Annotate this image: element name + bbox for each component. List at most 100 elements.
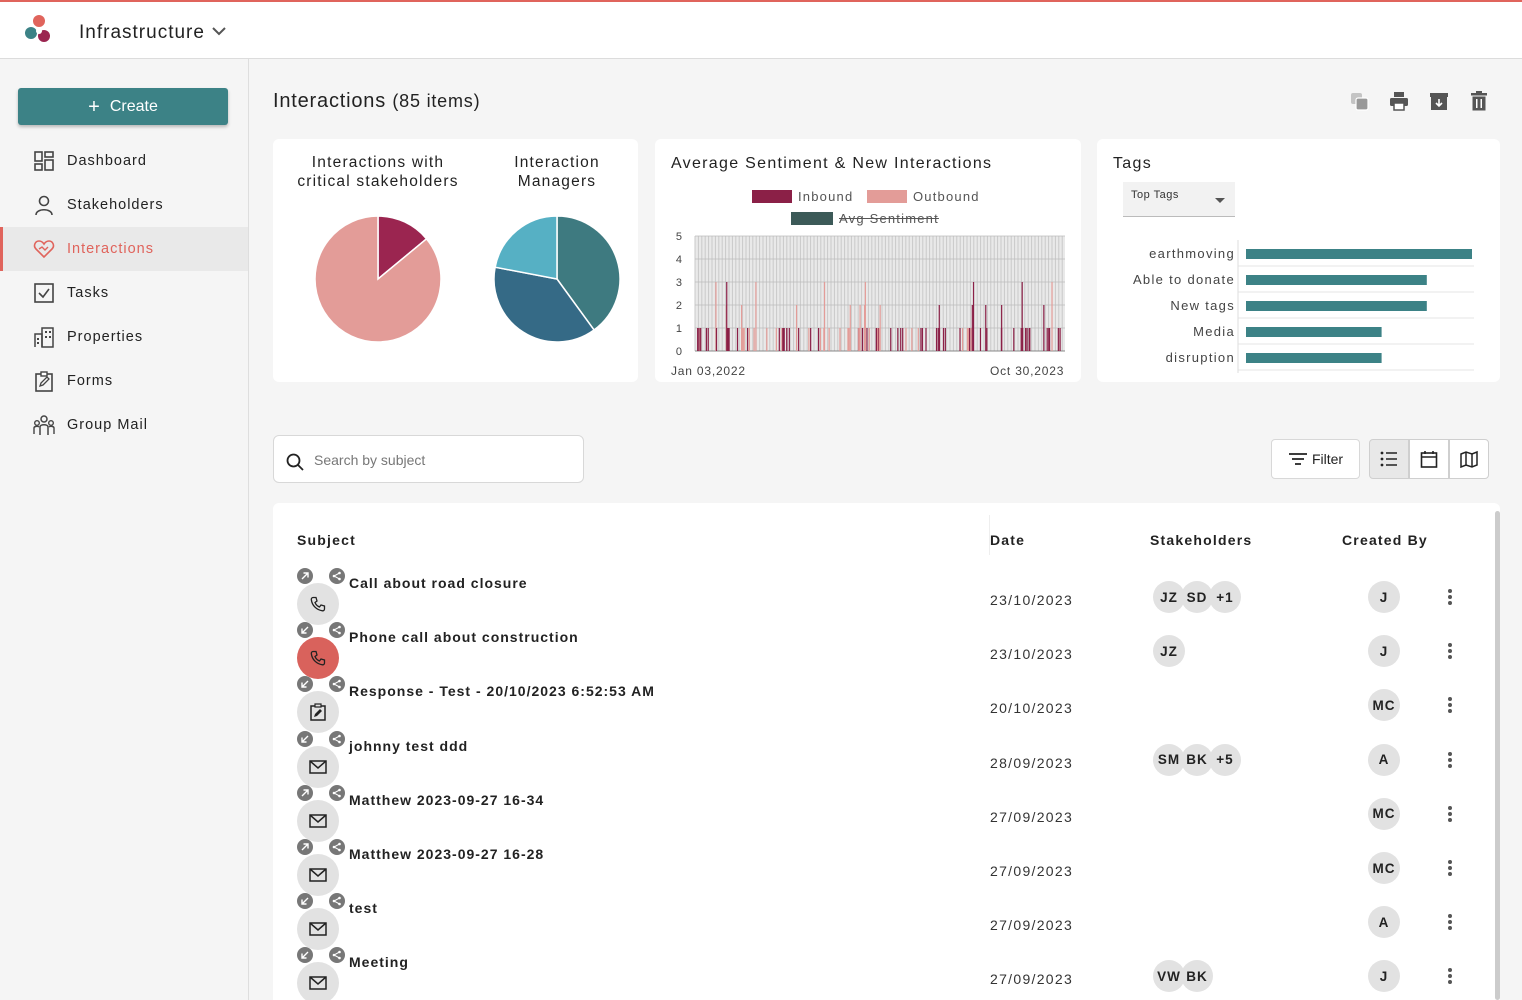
- column-header-created-by[interactable]: Created By: [1342, 532, 1428, 548]
- outbound-bar[interactable]: [743, 328, 745, 351]
- outbound-bar[interactable]: [864, 282, 866, 351]
- tags-bar-chart[interactable]: [1236, 238, 1476, 373]
- inbound-bar[interactable]: [897, 328, 899, 351]
- inbound-bar[interactable]: [861, 328, 864, 351]
- print-icon[interactable]: [1388, 90, 1410, 112]
- outbound-bar[interactable]: [911, 328, 913, 351]
- outbound-bar[interactable]: [961, 328, 964, 351]
- outbound-bar[interactable]: [868, 328, 870, 351]
- inbound-bar[interactable]: [890, 328, 892, 351]
- inbound-bar[interactable]: [866, 328, 868, 351]
- interaction-type-icon[interactable]: [297, 854, 339, 896]
- interaction-type-icon[interactable]: [297, 691, 339, 734]
- outbound-bar[interactable]: [753, 328, 755, 351]
- more-options-icon[interactable]: [1444, 912, 1456, 932]
- inbound-bar[interactable]: [935, 328, 938, 351]
- row-subject[interactable]: Call about road closure: [349, 575, 528, 591]
- filter-button[interactable]: Filter: [1271, 439, 1360, 479]
- interaction-type-icon[interactable]: [297, 962, 339, 1000]
- column-header-date[interactable]: Date: [990, 532, 1025, 548]
- inbound-bar[interactable]: [736, 328, 739, 351]
- map-view-button[interactable]: [1449, 439, 1489, 479]
- inbound-bar[interactable]: [697, 328, 699, 351]
- calendar-view-button[interactable]: [1409, 439, 1449, 479]
- creator-avatar[interactable]: J: [1368, 581, 1400, 613]
- table-row[interactable]: Phone call about construction 23/10/2023 J…: [273, 622, 1493, 683]
- inbound-bar[interactable]: [942, 328, 945, 351]
- inbound-bar[interactable]: [900, 328, 902, 351]
- stakeholder-avatar[interactable]: +1: [1209, 581, 1241, 613]
- inbound-bar[interactable]: [1057, 328, 1059, 351]
- outbound-bar[interactable]: [847, 328, 850, 351]
- stakeholder-avatar[interactable]: +5: [1209, 743, 1241, 776]
- tag-bar[interactable]: [1246, 275, 1427, 285]
- legend-avg-sentiment[interactable]: Avg Sentiment: [791, 211, 939, 226]
- sentiment-bar-chart[interactable]: 0 1 2 3 4 5: [655, 227, 1081, 362]
- managers-pie[interactable]: [492, 214, 622, 344]
- inbound-bar[interactable]: [707, 328, 709, 351]
- archive-icon[interactable]: [1428, 90, 1450, 112]
- inbound-bar[interactable]: [937, 328, 939, 351]
- inbound-bar[interactable]: [1043, 305, 1045, 351]
- inbound-bar[interactable]: [1026, 328, 1028, 351]
- row-subject[interactable]: johnny test ddd: [349, 738, 468, 754]
- tag-bar[interactable]: [1246, 249, 1472, 259]
- row-subject[interactable]: Response - Test - 20/10/2023 6:52:53 AM: [349, 683, 655, 699]
- sidebar-item-interactions[interactable]: Interactions: [0, 227, 248, 271]
- inbound-bar[interactable]: [786, 328, 788, 351]
- outbound-bar[interactable]: [755, 282, 757, 351]
- sidebar-item-stakeholders[interactable]: Stakeholders: [0, 183, 248, 227]
- inbound-bar[interactable]: [979, 328, 982, 351]
- sidebar-item-group-mail[interactable]: Group Mail: [0, 403, 248, 447]
- row-subject[interactable]: Matthew 2023-09-27 16-34: [349, 792, 544, 808]
- creator-avatar[interactable]: J: [1368, 635, 1400, 668]
- inbound-bar[interactable]: [959, 328, 961, 351]
- inbound-bar[interactable]: [698, 328, 700, 351]
- outbound-bar[interactable]: [917, 328, 919, 351]
- create-button[interactable]: + Create: [18, 88, 228, 125]
- interaction-type-icon[interactable]: [297, 799, 339, 842]
- sidebar-item-dashboard[interactable]: Dashboard: [0, 139, 248, 183]
- column-header-subject[interactable]: Subject: [297, 532, 356, 548]
- inbound-bar[interactable]: [972, 282, 975, 351]
- inbound-bar[interactable]: [783, 328, 785, 351]
- inbound-bar[interactable]: [715, 328, 718, 351]
- inbound-bar[interactable]: [728, 328, 730, 351]
- inbound-bar[interactable]: [810, 328, 812, 351]
- tag-bar[interactable]: [1246, 327, 1382, 337]
- outbound-bar[interactable]: [859, 305, 861, 351]
- more-options-icon[interactable]: [1444, 858, 1456, 878]
- table-row[interactable]: test 27/09/2023 A: [273, 893, 1493, 954]
- app-logo-icon[interactable]: [22, 14, 56, 48]
- inbound-bar[interactable]: [1029, 328, 1031, 351]
- stakeholder-avatar[interactable]: BK: [1181, 960, 1213, 993]
- interaction-type-icon[interactable]: [297, 908, 339, 951]
- inbound-bar[interactable]: [798, 328, 800, 351]
- legend-inbound[interactable]: Inbound: [752, 189, 853, 204]
- outbound-bar[interactable]: [766, 328, 768, 351]
- outbound-bar[interactable]: [748, 328, 750, 351]
- trash-icon[interactable]: [1468, 90, 1490, 112]
- interaction-type-icon[interactable]: [297, 583, 339, 625]
- stakeholder-avatar[interactable]: JZ: [1153, 635, 1185, 668]
- inbound-bar[interactable]: [1048, 328, 1051, 351]
- outbound-bar[interactable]: [808, 328, 810, 351]
- row-subject[interactable]: Meeting: [349, 954, 409, 970]
- outbound-bar[interactable]: [819, 328, 822, 351]
- inbound-bar[interactable]: [782, 328, 784, 351]
- more-options-icon[interactable]: [1444, 804, 1456, 824]
- inbound-bar[interactable]: [921, 328, 924, 351]
- inbound-bar[interactable]: [700, 328, 702, 351]
- inbound-bar[interactable]: [1013, 328, 1015, 351]
- inbound-bar[interactable]: [705, 328, 708, 351]
- outbound-bar[interactable]: [849, 305, 851, 351]
- outbound-bar[interactable]: [823, 282, 826, 351]
- inbound-bar[interactable]: [747, 328, 749, 351]
- creator-avatar[interactable]: MC: [1368, 852, 1400, 884]
- row-subject[interactable]: Matthew 2023-09-27 16-28: [349, 846, 544, 862]
- inbound-bar[interactable]: [778, 328, 780, 351]
- inbound-bar[interactable]: [944, 328, 946, 351]
- inbound-bar[interactable]: [971, 305, 973, 351]
- inbound-bar[interactable]: [1059, 328, 1061, 351]
- table-row[interactable]: Response - Test - 20/10/2023 6:52:53 AM 2…: [273, 676, 1493, 737]
